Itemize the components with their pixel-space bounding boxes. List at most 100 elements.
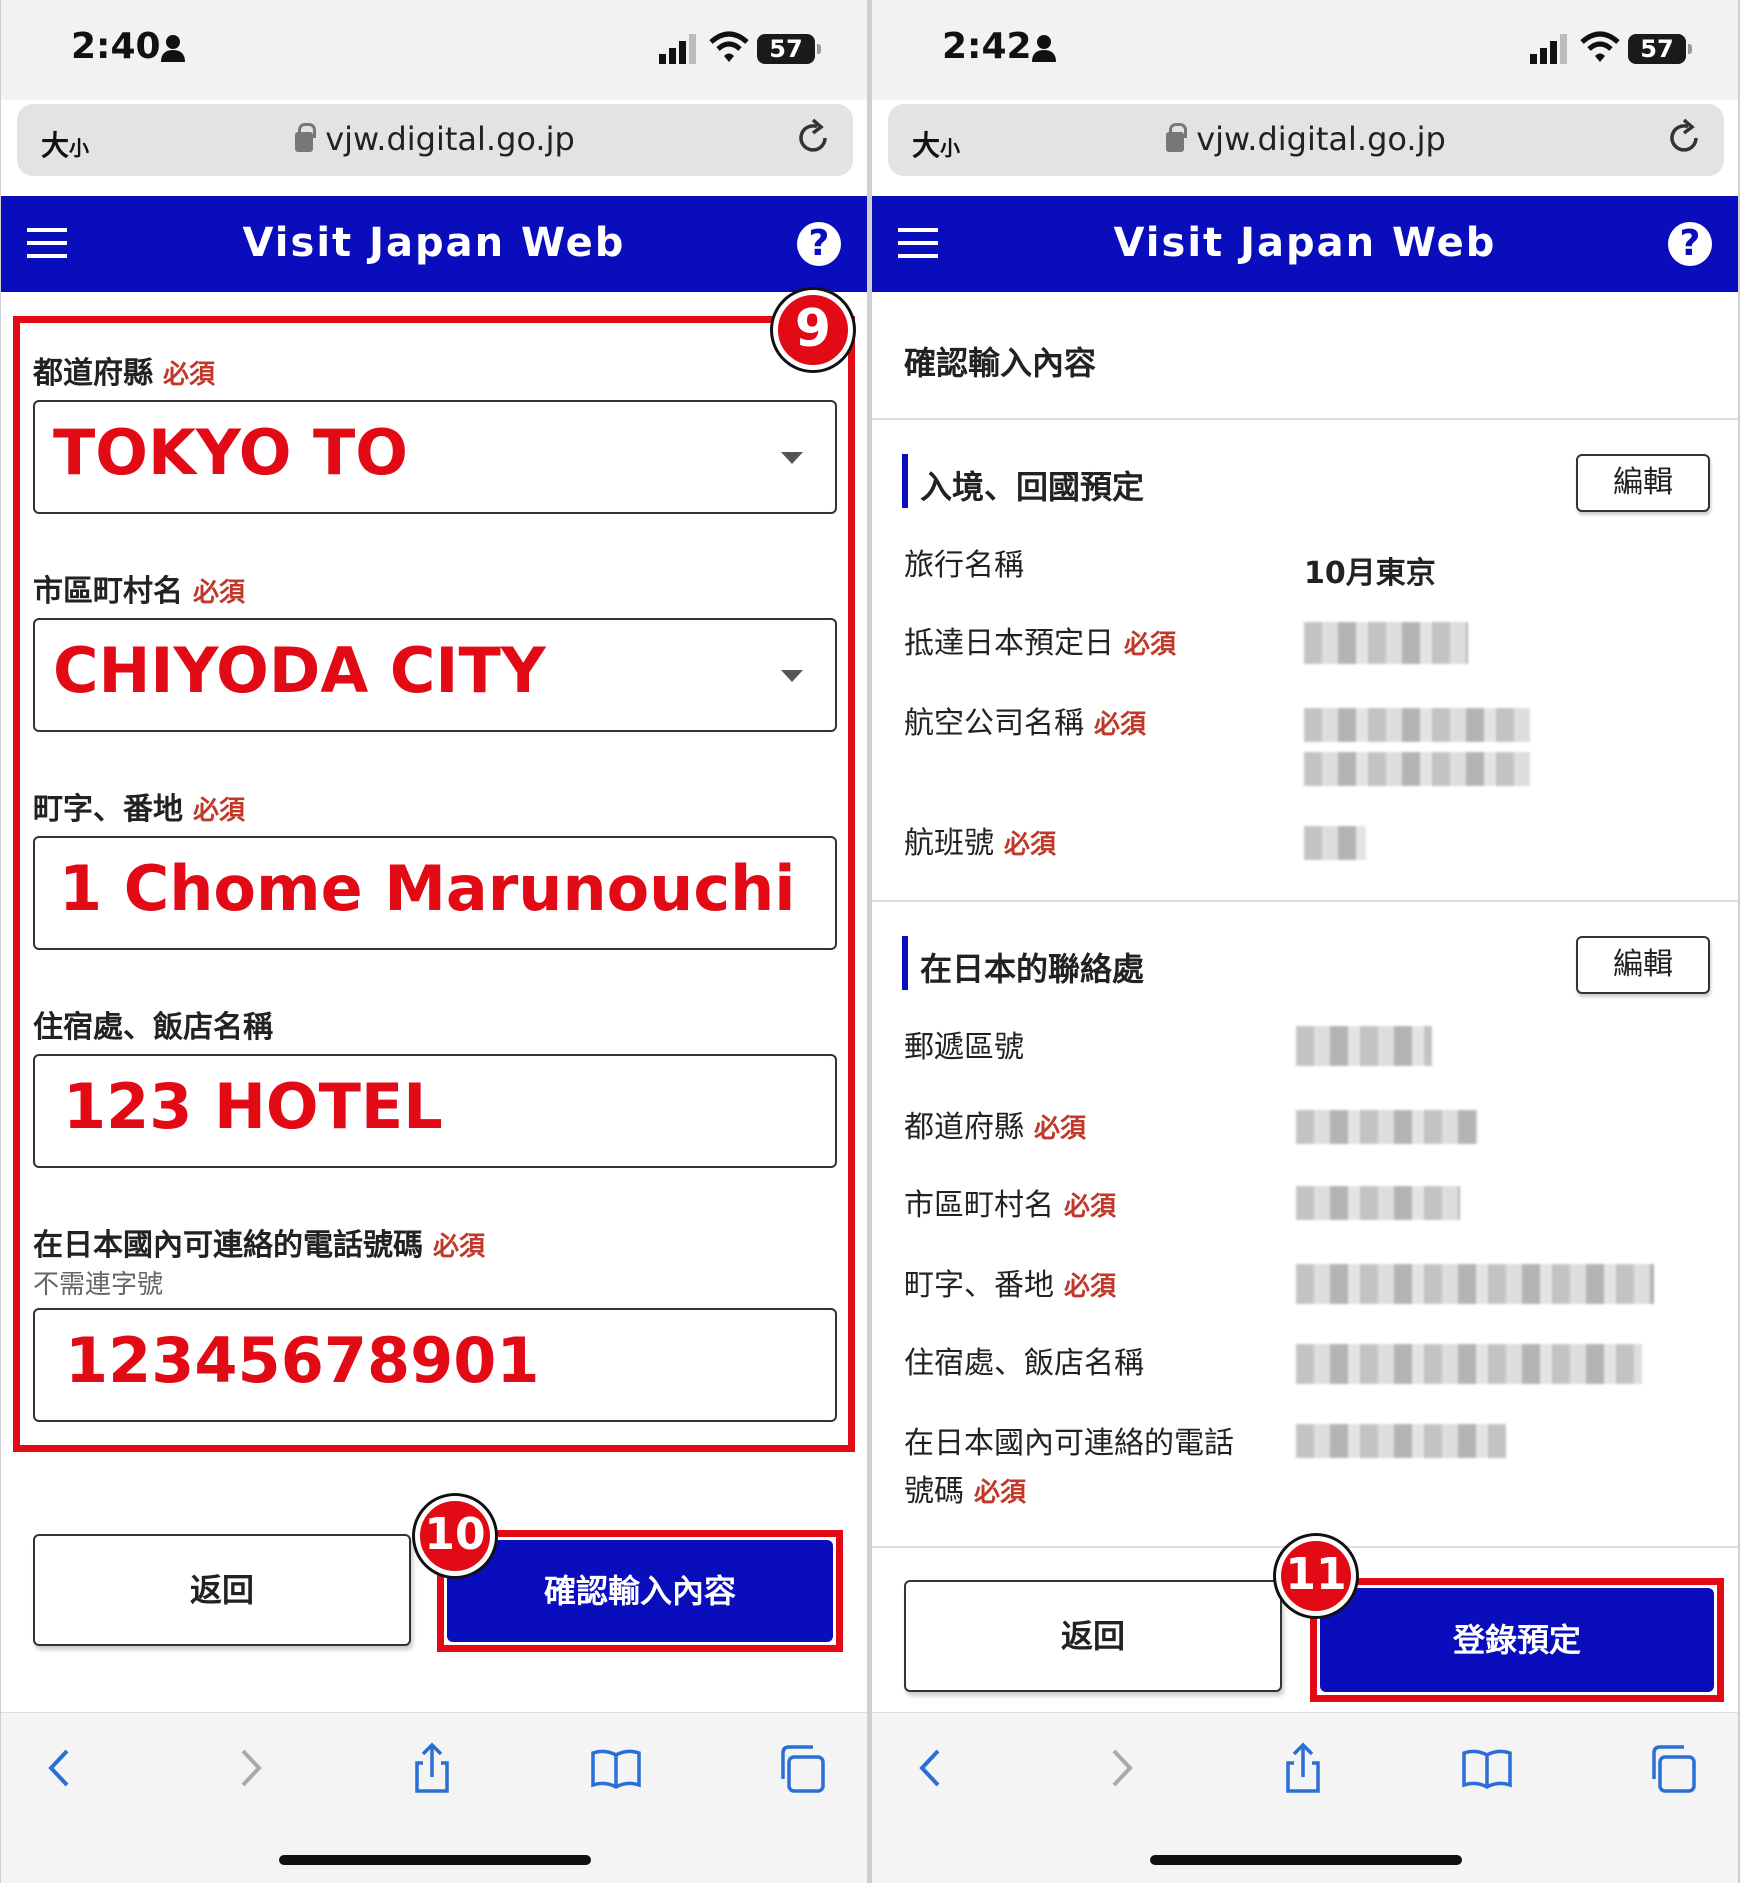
required-tag: 必須 <box>1034 1114 1087 1144</box>
browser-address-bar[interactable]: 大小 vjw.digital.go.jp <box>17 104 853 176</box>
url-text[interactable]: vjw.digital.go.jp <box>888 120 1724 158</box>
street-label: 町字、番地 必須 <box>33 792 246 827</box>
redacted-value <box>1304 826 1366 860</box>
signal-icon <box>1530 34 1567 64</box>
redacted-value <box>1296 1186 1460 1220</box>
phone-input[interactable]: 12345678901 <box>33 1308 837 1422</box>
prefecture-label: 都道府縣 必須 <box>904 1110 1087 1145</box>
required-tag: 必須 <box>193 578 246 608</box>
page-title: 確認輸入內容 <box>904 344 1097 382</box>
required-tag: 必須 <box>1124 630 1177 660</box>
section-title-entry: 入境、回國預定 <box>920 468 1145 506</box>
chevron-down-icon <box>781 670 803 682</box>
required-tag: 必須 <box>163 360 216 390</box>
arrival-date-label: 抵達日本預定日 必須 <box>904 626 1177 661</box>
browser-toolbar <box>872 1712 1738 1883</box>
required-tag: 必須 <box>433 1232 486 1262</box>
section-accent <box>902 936 908 990</box>
hotel-label: 住宿處、飯店名稱 <box>33 1010 273 1045</box>
back-arrow-icon[interactable] <box>908 1741 958 1795</box>
hotel-input[interactable]: 123 HOTEL <box>33 1054 837 1168</box>
airline-label: 航空公司名稱 必須 <box>904 706 1147 741</box>
status-time: 2:40 <box>71 26 161 67</box>
redacted-value <box>1304 708 1530 742</box>
redacted-value <box>1304 752 1530 786</box>
city-value: CHIYODA CITY <box>53 634 546 707</box>
street-input[interactable]: 1 Chome Marunouchi <box>33 836 837 950</box>
section-title-contact: 在日本的聯絡處 <box>920 950 1145 988</box>
phone-label: 在日本國內可連絡的電話號碼必須 <box>904 1426 1234 1509</box>
help-icon[interactable]: ? <box>1668 222 1712 266</box>
back-button[interactable]: 返回 <box>904 1580 1282 1692</box>
prefecture-select[interactable]: TOKYO TO <box>33 400 837 514</box>
prefecture-label: 都道府縣 必須 <box>33 356 216 391</box>
required-tag: 必須 <box>1094 710 1147 740</box>
chevron-down-icon <box>781 452 803 464</box>
redacted-value <box>1296 1026 1432 1066</box>
required-tag: 必須 <box>1064 1272 1117 1302</box>
share-icon[interactable] <box>1278 1741 1328 1795</box>
register-button[interactable]: 登錄預定 <box>1320 1588 1714 1692</box>
tabs-icon[interactable] <box>777 1741 827 1795</box>
trip-name-value: 10月東京 <box>1304 556 1436 591</box>
browser-toolbar <box>1 1712 867 1883</box>
phone-label: 在日本國內可連絡的電話號碼必須 <box>33 1228 486 1263</box>
lock-icon <box>1166 123 1188 152</box>
home-indicator <box>279 1855 591 1865</box>
confirm-input-button[interactable]: 確認輸入內容 <box>447 1540 833 1642</box>
site-title: Visit Japan Web <box>1113 220 1497 266</box>
city-label: 市區町村名 必須 <box>904 1188 1117 1223</box>
phone-hint: 不需連字號 <box>33 1270 164 1300</box>
divider <box>872 900 1738 902</box>
back-button[interactable]: 返回 <box>33 1534 411 1646</box>
hotel-value: 123 HOTEL <box>63 1070 443 1143</box>
right-phone-screen: 2:42 57 大小 vjw.digital.go.jp Visit Japan… <box>872 0 1738 1883</box>
site-header: Visit Japan Web ? <box>872 196 1738 292</box>
bookmarks-icon[interactable] <box>591 1741 641 1795</box>
hotel-label: 住宿處、飯店名稱 <box>904 1346 1144 1381</box>
required-tag: 必須 <box>193 796 246 826</box>
redacted-value <box>1296 1264 1654 1304</box>
divider <box>872 418 1738 420</box>
reload-icon[interactable] <box>793 118 833 158</box>
url-text[interactable]: vjw.digital.go.jp <box>17 120 853 158</box>
tabs-icon[interactable] <box>1648 1741 1698 1795</box>
edit-contact-button[interactable]: 編輯 <box>1576 936 1710 994</box>
forward-arrow-icon[interactable] <box>1094 1741 1144 1795</box>
street-label: 町字、番地 必須 <box>904 1268 1117 1303</box>
battery-icon: 57 <box>757 34 821 64</box>
back-arrow-icon[interactable] <box>37 1741 87 1795</box>
wifi-icon <box>1580 31 1620 62</box>
step-badge-11: 11 <box>1276 1536 1356 1616</box>
site-header: Visit Japan Web ? <box>1 196 867 292</box>
status-bar: 2:40 57 <box>1 0 867 100</box>
browser-address-bar[interactable]: 大小 vjw.digital.go.jp <box>888 104 1724 176</box>
city-select[interactable]: CHIYODA CITY <box>33 618 837 732</box>
trip-name-label: 旅行名稱 <box>904 548 1024 583</box>
redacted-value <box>1296 1344 1642 1384</box>
required-tag: 必須 <box>1004 830 1057 860</box>
share-icon[interactable] <box>407 1741 457 1795</box>
required-tag: 必須 <box>1064 1192 1117 1222</box>
signal-icon <box>659 34 696 64</box>
postal-label: 郵遞區號 <box>904 1030 1024 1065</box>
bookmarks-icon[interactable] <box>1462 1741 1512 1795</box>
home-indicator <box>1150 1855 1462 1865</box>
phone-value: 12345678901 <box>65 1324 540 1397</box>
person-icon <box>161 35 185 62</box>
redacted-value <box>1296 1424 1506 1458</box>
reload-icon[interactable] <box>1664 118 1704 158</box>
forward-arrow-icon[interactable] <box>223 1741 273 1795</box>
help-icon[interactable]: ? <box>797 222 841 266</box>
edit-entry-button[interactable]: 編輯 <box>1576 454 1710 512</box>
prefecture-value: TOKYO TO <box>53 416 409 489</box>
flight-label: 航班號 必須 <box>904 826 1057 861</box>
site-title: Visit Japan Web <box>242 220 626 266</box>
redacted-value <box>1296 1110 1478 1144</box>
left-phone-screen: 2:40 57 大小 vjw.digital.go.jp Visit Japan… <box>1 0 867 1883</box>
city-label: 市區町村名 必須 <box>33 574 246 609</box>
section-accent <box>902 454 908 508</box>
wifi-icon <box>709 31 749 62</box>
step-badge-9: 9 <box>773 290 853 370</box>
redacted-value <box>1304 622 1468 664</box>
